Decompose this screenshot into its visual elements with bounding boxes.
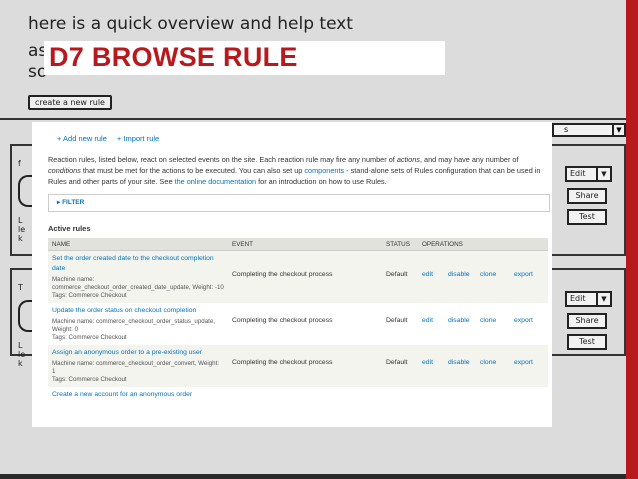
slide-headline: D7 BROWSE RULE <box>44 41 445 75</box>
rule-name-link[interactable]: Create a new account for an anonymous or… <box>52 387 224 400</box>
mockup-card1-shape <box>18 175 32 207</box>
import-rule-link[interactable]: + Import rule <box>117 134 159 143</box>
column-header-event[interactable]: EVENT <box>228 238 382 251</box>
export-link[interactable]: export <box>514 317 533 324</box>
table-row: Set the order created date to the checko… <box>48 250 548 303</box>
edit-link[interactable]: edit <box>422 359 448 366</box>
headline-text: D7 BROWSE RULE <box>49 42 298 72</box>
test-button-label: Test <box>579 337 595 346</box>
rule-operations: edit disable clone export <box>418 345 548 387</box>
add-new-rule-link[interactable]: + Add new rule <box>57 134 107 143</box>
clone-link[interactable]: clone <box>480 317 514 324</box>
rule-event: Completing the checkout process <box>228 345 382 387</box>
chevron-down-icon: ▼ <box>596 293 610 305</box>
mockup-card2-shape <box>18 300 32 332</box>
mockup-card2-text: L le k <box>18 341 26 368</box>
rule-event: Completing the checkout process <box>228 303 382 345</box>
rule-name-link[interactable]: Update the order status on checkout comp… <box>52 303 224 316</box>
active-rules-heading: Active rules <box>48 224 91 233</box>
edit-link[interactable]: edit <box>422 317 448 324</box>
rule-name-link[interactable]: Assign an anonymous order to a pre-exist… <box>52 345 224 358</box>
rule-name-link[interactable]: Set the order created date to the checko… <box>52 251 224 274</box>
share-button-label: Share <box>575 191 599 200</box>
rule-machine-name: Machine name: commerce_checkout_order_co… <box>52 360 220 383</box>
mockup-divider <box>0 118 626 120</box>
rule-status: Default <box>382 250 418 303</box>
table-row: Update the order status on checkout comp… <box>48 303 548 345</box>
edit-dropdown-label: Edit <box>570 169 586 178</box>
share-button-label: Share <box>575 316 599 325</box>
column-header-name[interactable]: NAME <box>48 238 228 251</box>
mockup-select[interactable]: s ▼ <box>552 123 626 137</box>
intro-actions-term: actions <box>396 155 420 164</box>
intro-help-text: Reaction rules, listed below, react on s… <box>48 154 548 187</box>
rule-event <box>228 387 382 400</box>
edit-dropdown[interactable]: Edit ▼ <box>565 166 612 182</box>
column-header-status[interactable]: STATUS <box>382 238 418 251</box>
rule-status: Default <box>382 345 418 387</box>
intro-text-part: , and may have any number of <box>419 155 519 164</box>
intro-text-part: Reaction rules, listed below, react on s… <box>48 155 397 164</box>
chevron-down-icon: ▼ <box>612 125 624 135</box>
rule-operations: edit disable clone export <box>418 303 548 345</box>
intro-text-part: that must be met for the actions to be e… <box>80 166 305 175</box>
slide: here is a quick overview and help text a… <box>0 0 626 479</box>
clone-link[interactable]: clone <box>480 359 514 366</box>
accent-bar <box>626 0 638 479</box>
chevron-down-icon: ▼ <box>596 168 610 180</box>
clone-link[interactable]: clone <box>480 271 514 278</box>
mockup-title-line1: here is a quick overview and help text <box>28 14 353 34</box>
export-link[interactable]: export <box>514 271 533 278</box>
export-link[interactable]: export <box>514 359 533 366</box>
intro-conditions-term: conditions <box>48 166 81 175</box>
disable-link[interactable]: disable <box>448 317 480 324</box>
table-row: Create a new account for an anonymous or… <box>48 387 548 400</box>
bottom-edge <box>0 474 626 479</box>
create-new-rule-button[interactable]: create a new rule <box>28 95 112 110</box>
edit-dropdown-2[interactable]: Edit ▼ <box>565 291 612 307</box>
test-button-label: Test <box>579 212 595 221</box>
mockup-select-label: s <box>564 125 569 134</box>
test-button-2[interactable]: Test <box>567 334 607 350</box>
column-header-operations: OPERATIONS <box>418 238 548 251</box>
mockup-card1-fragment: f <box>18 159 21 168</box>
rule-operations <box>418 387 548 400</box>
disable-link[interactable]: disable <box>448 359 480 366</box>
edit-link[interactable]: edit <box>422 271 448 278</box>
rules-admin-panel: + Add new rule + Import rule Reaction ru… <box>32 122 552 427</box>
share-button-2[interactable]: Share <box>567 313 607 329</box>
active-rules-table: NAME EVENT STATUS OPERATIONS Set the ord… <box>48 238 548 400</box>
rule-machine-name: Machine name: commerce_checkout_order_cr… <box>52 276 224 299</box>
mockup-card2-fragment: T <box>18 283 23 292</box>
edit-dropdown-label: Edit <box>570 294 586 303</box>
mockup-card1-text: L le k <box>18 216 26 243</box>
table-row: Assign an anonymous order to a pre-exist… <box>48 345 548 387</box>
online-documentation-link[interactable]: the online documentation <box>175 177 257 186</box>
rule-event: Completing the checkout process <box>228 250 382 303</box>
action-links: + Add new rule + Import rule <box>57 134 167 143</box>
components-link[interactable]: components <box>304 166 344 175</box>
share-button[interactable]: Share <box>567 188 607 204</box>
rule-status <box>382 387 418 400</box>
rule-machine-name: Machine name: commerce_checkout_order_st… <box>52 318 216 341</box>
rule-status: Default <box>382 303 418 345</box>
disable-link[interactable]: disable <box>448 271 480 278</box>
rule-operations: edit disable clone export <box>418 250 548 303</box>
filter-fieldset[interactable]: ▸ FILTER <box>48 194 550 212</box>
filter-toggle[interactable]: ▸ FILTER <box>57 198 84 206</box>
intro-text-part: for an introduction on how to use Rules. <box>256 177 387 186</box>
test-button[interactable]: Test <box>567 209 607 225</box>
